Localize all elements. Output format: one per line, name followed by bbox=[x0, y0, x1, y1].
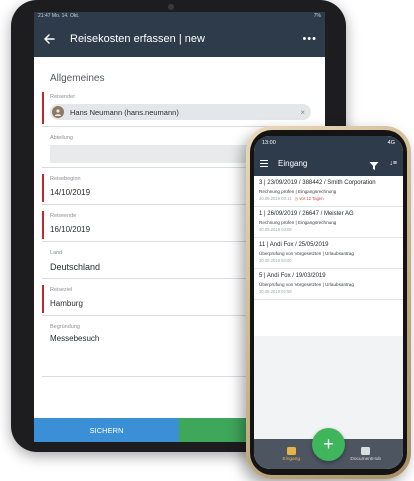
more-menu-icon[interactable]: ••• bbox=[302, 33, 317, 45]
item-title: 5 | Andi Fox / 19/03/2019 bbox=[259, 273, 326, 279]
item-subtitle: Rechnung prüfen | Eingangsrechnung bbox=[259, 189, 337, 194]
item-title: 11 | Andi Fox / 25/05/2019 bbox=[259, 242, 329, 248]
list-item[interactable]: 11 | Andi Fox / 25/05/2019 Überprüfung v… bbox=[254, 238, 403, 269]
field-label: Reisender bbox=[50, 94, 76, 100]
list-item[interactable]: 3 | 23/09/2019 / 388442 / Smith Corporat… bbox=[254, 176, 403, 207]
inbox-icon bbox=[286, 446, 296, 455]
phone-status-bar: 13:00 4G bbox=[254, 136, 403, 150]
tablet-camera bbox=[168, 4, 174, 10]
save-button[interactable]: SICHERN bbox=[34, 418, 179, 442]
tablet-status-bar: 21:47 Mo. 14. Okt. 7% bbox=[34, 12, 325, 21]
tablet-status-time: 21:47 Mo. 14. Okt. bbox=[38, 13, 80, 19]
item-timestamp: 30.09.2019 03:14 ◷ vor 12 Tagen bbox=[259, 196, 398, 201]
item-time: 30.09.2019 03:09 bbox=[259, 227, 292, 232]
item-subtitle: Überprüfung von Vorgesetzten | Urlaubsan… bbox=[259, 282, 354, 287]
inbox-title: Eingang bbox=[278, 158, 308, 168]
list-empty-area bbox=[254, 336, 403, 439]
page-title: Reisekosten erfassen | new bbox=[70, 33, 205, 45]
clear-icon[interactable]: × bbox=[300, 108, 305, 117]
item-subtitle: Rechnung prüfen | Eingangsrechnung bbox=[259, 220, 337, 225]
tab-eingang-label: Eingang bbox=[282, 456, 301, 462]
overdue-text: vor 12 Tagen bbox=[299, 196, 324, 201]
document-icon bbox=[361, 446, 371, 455]
tab-documenthub-label: DocumentHub bbox=[350, 456, 382, 462]
section-title: Allgemeines bbox=[50, 73, 105, 84]
inbox-list: 3 | 23/09/2019 / 388442 / Smith Corporat… bbox=[254, 176, 403, 300]
item-time: 30.09.2019 03:00 bbox=[259, 258, 292, 263]
clock-icon: ◷ bbox=[294, 196, 299, 201]
avatar bbox=[52, 106, 64, 118]
phone-screen: 13:00 4G Eingang ↓≡ 3 | 23/09/2019 / 388… bbox=[254, 136, 403, 469]
tablet-status-battery: 7% bbox=[313, 13, 321, 19]
traveler-chip[interactable]: Hans Neumann (hans.neumann) × bbox=[50, 104, 311, 120]
back-arrow-icon[interactable] bbox=[42, 32, 56, 46]
overdue-warning: ◷ vor 12 Tagen bbox=[295, 196, 324, 201]
tablet-app-bar: Reisekosten erfassen | new ••• bbox=[34, 21, 325, 57]
traveler-name: Hans Neumann (hans.neumann) bbox=[70, 107, 179, 117]
sort-icon[interactable]: ↓≡ bbox=[389, 160, 397, 167]
phone-device: 13:00 4G Eingang ↓≡ 3 | 23/09/2019 / 388… bbox=[246, 126, 411, 479]
list-item[interactable]: 1 | 26/09/2019 / 26647 / Meister AG Rech… bbox=[254, 207, 403, 238]
field-reisender[interactable]: Reisender Hans Neumann (hans.neumann) × bbox=[42, 90, 317, 127]
item-title: 3 | 23/09/2019 / 388442 / Smith Corporat… bbox=[259, 180, 376, 186]
item-subtitle: Überprüfung von Vorgesetzten | Urlaubsan… bbox=[259, 251, 354, 256]
list-item[interactable]: 5 | Andi Fox / 19/03/2019 Überprüfung vo… bbox=[254, 269, 403, 300]
phone-status-signal: 4G bbox=[387, 140, 395, 146]
item-time: 30.09.2019 03:14 bbox=[259, 196, 292, 201]
add-button[interactable]: + bbox=[312, 428, 345, 461]
hamburger-menu-icon[interactable] bbox=[260, 159, 270, 167]
item-title: 1 | 26/09/2019 / 26647 / Meister AG bbox=[259, 211, 354, 217]
phone-app-bar: Eingang ↓≡ bbox=[254, 150, 403, 176]
item-time: 30.09.2019 02:58 bbox=[259, 289, 292, 294]
filter-icon[interactable] bbox=[369, 158, 379, 170]
phone-status-time: 13:00 bbox=[262, 140, 276, 146]
